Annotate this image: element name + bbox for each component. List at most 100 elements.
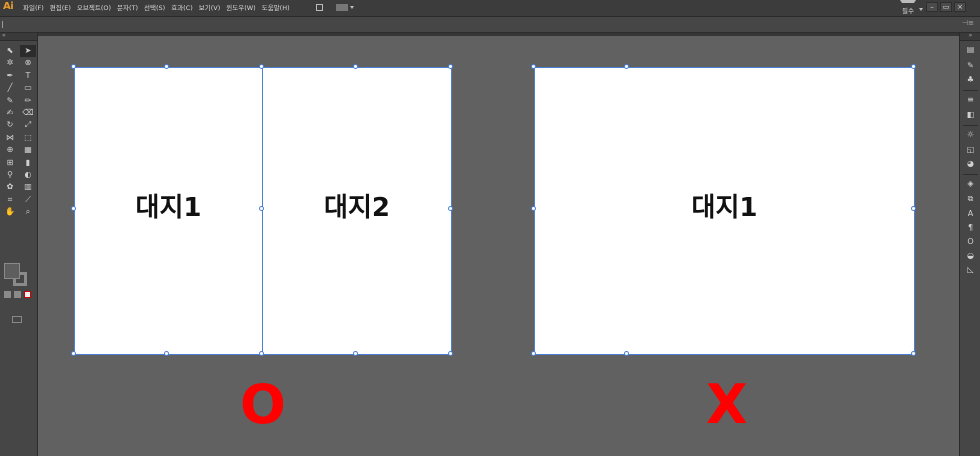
lasso-tool-icon[interactable]: ⊗ xyxy=(20,57,36,69)
menu-edit[interactable]: 편집(E) xyxy=(50,0,71,16)
character-icon[interactable]: A xyxy=(960,209,980,219)
selection-handle[interactable] xyxy=(259,351,264,356)
perspective-grid-tool-icon[interactable]: ▦ xyxy=(20,144,36,156)
menu-type[interactable]: 문자(T) xyxy=(117,0,138,16)
line-tool-icon[interactable]: ╱ xyxy=(2,82,18,94)
selection-handle[interactable] xyxy=(448,351,453,356)
menu-file[interactable]: 파일(F) xyxy=(23,0,44,16)
selection-handle[interactable] xyxy=(911,64,916,69)
none-button[interactable] xyxy=(24,291,31,298)
menu-object[interactable]: 오브젝트(O) xyxy=(77,0,111,16)
wrong-mark: X xyxy=(706,373,748,436)
blend-tool-icon[interactable]: ◐ xyxy=(20,169,36,181)
color-guide-icon[interactable]: ▤ xyxy=(960,45,980,55)
selection-handle[interactable] xyxy=(448,64,453,69)
menu-view[interactable]: 보기(V) xyxy=(199,0,220,16)
selection-handle[interactable] xyxy=(164,64,169,69)
selection-handle[interactable] xyxy=(531,351,536,356)
expand-icon[interactable]: » xyxy=(960,33,980,41)
fill-stroke-swatches xyxy=(4,263,30,287)
selection-handle[interactable] xyxy=(71,206,76,211)
restore-button[interactable]: ▭ xyxy=(940,2,952,12)
shape-builder-tool-icon[interactable]: ⊕ xyxy=(2,144,18,156)
rectangle-tool-icon[interactable]: ▭ xyxy=(20,82,36,94)
panel-grip-icon[interactable] xyxy=(2,21,3,28)
selection-handle[interactable] xyxy=(353,64,358,69)
zoom-tool-icon[interactable]: ⌕ xyxy=(20,206,36,218)
pencil-tool-icon[interactable]: ✏ xyxy=(20,95,36,107)
paintbrush-tool-icon[interactable]: ✎ xyxy=(2,95,18,107)
eraser-tool-icon[interactable]: ⌫ xyxy=(20,107,36,119)
main-menu: 파일(F) 편집(E) 오브젝트(O) 문자(T) 선택(S) 효과(C) 보기… xyxy=(23,0,296,16)
mesh-tool-icon[interactable]: ⊞ xyxy=(2,157,18,169)
swatches-icon[interactable]: ◕ xyxy=(960,159,980,169)
color-button[interactable] xyxy=(4,291,11,298)
type-tool-icon[interactable]: T xyxy=(20,70,36,82)
selection-handle[interactable] xyxy=(911,351,916,356)
selection-handle[interactable] xyxy=(531,206,536,211)
navigator-icon[interactable]: ◺ xyxy=(960,265,980,275)
selection-handle[interactable] xyxy=(71,64,76,69)
appearance-icon[interactable]: ☼ xyxy=(960,130,980,140)
graphic-styles-icon[interactable]: ◱ xyxy=(960,145,980,155)
layers-icon[interactable]: ◈ xyxy=(960,179,980,189)
selection-tool-icon[interactable]: ⬉ xyxy=(2,45,18,57)
fill-swatch[interactable] xyxy=(4,263,20,279)
menu-select[interactable]: 선택(S) xyxy=(144,0,165,16)
tool-grid: ⬉ ➤ ✲ ⊗ ✒ T ╱ ▭ ✎ ✏ ✍ ⌫ ↻ ⤢ ⋈ ⬚ ⊕ ▦ ⊞ ▮ … xyxy=(2,45,36,218)
menu-window[interactable]: 윈도우(W) xyxy=(226,0,255,16)
gradient-button[interactable] xyxy=(14,291,21,298)
collapse-icon[interactable]: « xyxy=(0,33,37,41)
column-graph-tool-icon[interactable]: ▥ xyxy=(20,181,36,193)
selection-handle[interactable] xyxy=(353,351,358,356)
symbols-icon[interactable]: ♣ xyxy=(960,75,980,85)
symbol-sprayer-tool-icon[interactable]: ✿ xyxy=(2,181,18,193)
eyedropper-tool-icon[interactable]: ⚲ xyxy=(2,169,18,181)
free-transform-tool-icon[interactable]: ⬚ xyxy=(20,132,36,144)
gradient-tool-icon[interactable]: ▮ xyxy=(20,157,36,169)
selection-handle[interactable] xyxy=(164,351,169,356)
gradient-icon[interactable]: ◧ xyxy=(960,110,980,120)
control-bar: ⊣≡ xyxy=(0,17,980,33)
right-dock: » ▤ ✎ ♣ ≡ ◧ ☼ ◱ ◕ ◈ ⧉ A ¶ O ◒ ◺ xyxy=(959,33,980,456)
workspace-switcher[interactable]: 필수 xyxy=(897,0,923,16)
slice-tool-icon[interactable]: ⟋ xyxy=(20,194,36,206)
pen-tool-icon[interactable]: ✒ xyxy=(2,70,18,82)
paragraph-icon[interactable]: ¶ xyxy=(960,223,980,233)
artboard-1-right[interactable]: 대지1 xyxy=(534,67,915,355)
menu-help[interactable]: 도움말(H) xyxy=(262,0,290,16)
selection-handle[interactable] xyxy=(911,206,916,211)
direct-selection-tool-icon[interactable]: ➤ xyxy=(20,45,36,58)
bridge-icon[interactable] xyxy=(316,4,323,11)
width-tool-icon[interactable]: ⋈ xyxy=(2,132,18,144)
selection-handle[interactable] xyxy=(71,351,76,356)
artboard-2-left[interactable]: 대지2 xyxy=(262,67,452,355)
app-logo: Ai xyxy=(3,1,14,12)
transparency-icon[interactable]: ◒ xyxy=(960,251,980,261)
screen-mode-icon[interactable] xyxy=(12,316,22,323)
selection-handle[interactable] xyxy=(259,64,264,69)
minimize-button[interactable]: – xyxy=(926,2,938,12)
artboards-icon[interactable]: ⧉ xyxy=(960,194,980,204)
artboard-1-left[interactable]: 대지1 xyxy=(74,67,263,355)
magic-wand-tool-icon[interactable]: ✲ xyxy=(2,57,18,69)
artboard-tool-icon[interactable]: ⌗ xyxy=(2,194,18,206)
close-button[interactable]: × xyxy=(954,2,966,12)
opentype-icon[interactable]: O xyxy=(960,237,980,247)
selection-handle[interactable] xyxy=(624,64,629,69)
brushes-icon[interactable]: ✎ xyxy=(960,61,980,71)
scale-tool-icon[interactable]: ⤢ xyxy=(20,119,36,131)
selection-handle[interactable] xyxy=(624,351,629,356)
menu-effect[interactable]: 효과(C) xyxy=(171,0,193,16)
stroke-icon[interactable]: ≡ xyxy=(960,95,980,105)
selection-handle[interactable] xyxy=(448,206,453,211)
panel-menu-icon[interactable]: ⊣≡ xyxy=(962,19,974,27)
selection-handle[interactable] xyxy=(259,206,264,211)
canvas[interactable]: 대지1 대지2 대지1 O X xyxy=(38,33,959,456)
color-mode-buttons xyxy=(4,291,31,298)
blob-brush-tool-icon[interactable]: ✍ xyxy=(2,107,18,119)
rotate-tool-icon[interactable]: ↻ xyxy=(2,119,18,131)
hand-tool-icon[interactable]: ✋ xyxy=(2,206,18,218)
selection-handle[interactable] xyxy=(531,64,536,69)
arrange-documents-icon[interactable] xyxy=(336,4,354,11)
